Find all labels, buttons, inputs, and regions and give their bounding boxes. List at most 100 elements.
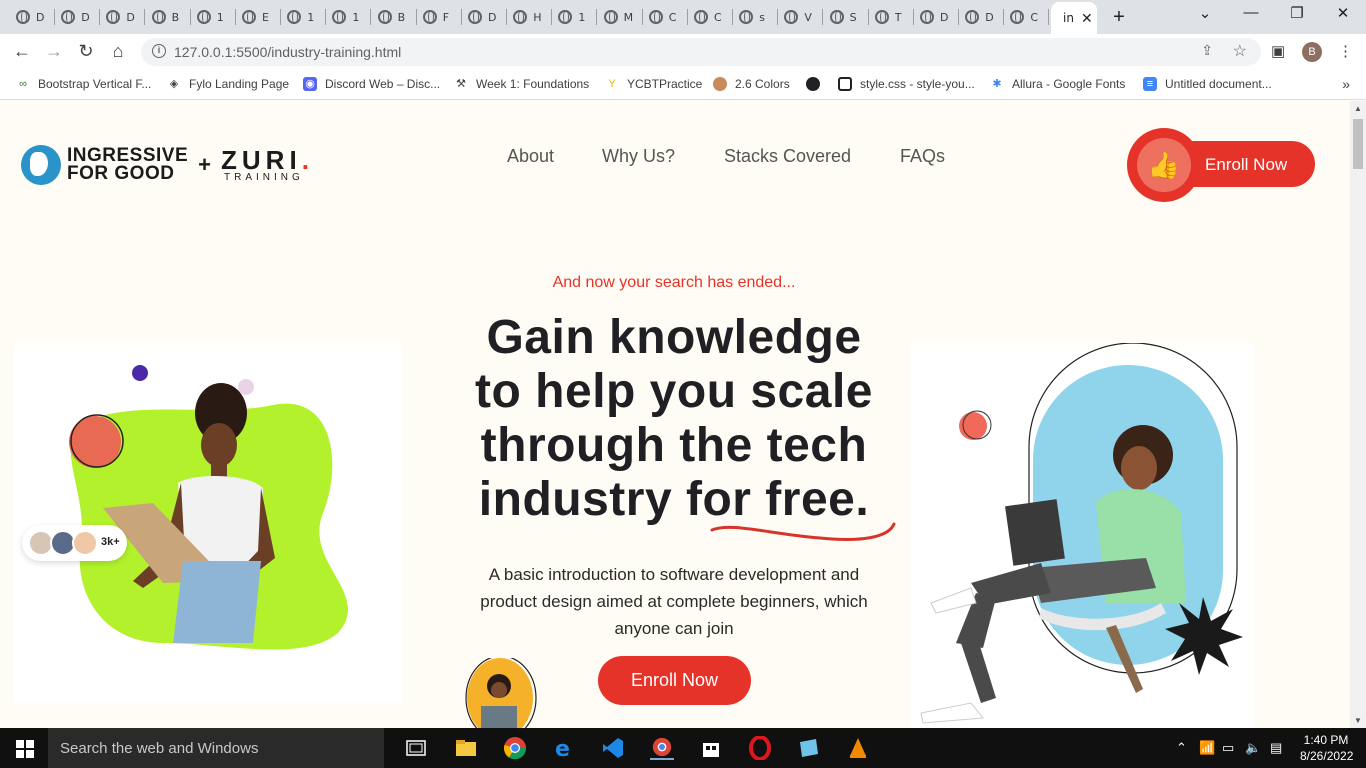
tab-title: D xyxy=(940,10,949,24)
bookmark-ycbt[interactable]: Y YCBTPractice xyxy=(605,77,702,91)
network-icon[interactable]: 📶 xyxy=(1199,740,1215,756)
battery-icon[interactable]: ▭ xyxy=(1222,740,1234,756)
active-tab-title: in xyxy=(1063,11,1074,25)
browser-tab[interactable]: M xyxy=(598,4,643,30)
volume-icon[interactable]: 🔈 xyxy=(1245,740,1261,756)
browser-tab[interactable]: C xyxy=(688,4,733,30)
notifications-icon[interactable]: ▤ xyxy=(1270,740,1282,756)
headline-line: through the tech xyxy=(480,419,868,472)
bookmark-globe[interactable] xyxy=(806,77,828,91)
tab-title: B xyxy=(171,10,180,24)
y-icon: Y xyxy=(608,78,616,90)
hero-enroll-button[interactable]: Enroll Now xyxy=(598,656,751,705)
browser-tab[interactable]: s xyxy=(733,4,779,30)
menu-kebab-icon[interactable]: ⋮ xyxy=(1338,42,1353,60)
chrome-profile-icon[interactable] xyxy=(650,736,674,760)
chrome-icon[interactable] xyxy=(503,736,527,760)
nav-why-us[interactable]: Why Us? xyxy=(602,146,675,167)
new-tab-button[interactable]: + xyxy=(1108,6,1130,29)
browser-tab[interactable]: C xyxy=(1004,4,1050,30)
browser-tab[interactable]: C xyxy=(643,4,688,30)
app-icon[interactable] xyxy=(797,736,821,760)
avatar xyxy=(72,530,98,556)
task-view-icon[interactable] xyxy=(404,736,428,760)
browser-tab[interactable]: D xyxy=(462,4,507,30)
learners-avatar-group: 3k+ xyxy=(22,525,127,561)
bookmark-star-icon[interactable]: ☆ xyxy=(1233,41,1247,61)
forward-icon[interactable]: → xyxy=(43,41,65,62)
discord-icon: ◉ xyxy=(303,77,317,91)
close-window-button[interactable]: ✕ xyxy=(1323,4,1363,22)
edge-icon[interactable]: e xyxy=(552,736,576,760)
browser-tab[interactable]: D xyxy=(10,4,55,30)
site-info-icon[interactable]: i xyxy=(152,44,166,58)
address-bar[interactable]: i 127.0.0.1:5500/industry-training.html … xyxy=(141,38,1261,66)
vlc-icon[interactable] xyxy=(846,736,870,760)
browser-tab[interactable]: D xyxy=(100,4,146,30)
windows-start-icon[interactable] xyxy=(16,740,34,758)
page-scrollbar[interactable]: ▲ ▼ xyxy=(1350,101,1366,728)
bookmark-bootstrap[interactable]: ∞ Bootstrap Vertical F... xyxy=(16,77,151,91)
file-explorer-icon[interactable] xyxy=(454,736,478,760)
opera-icon[interactable] xyxy=(748,736,772,760)
browser-tab[interactable]: 1 xyxy=(326,4,372,30)
tab-title: F xyxy=(442,10,450,24)
globe-icon xyxy=(874,10,889,24)
scroll-down-icon[interactable]: ▼ xyxy=(1354,716,1362,725)
globe-icon xyxy=(151,10,166,24)
more-bookmarks-icon[interactable]: » xyxy=(1342,76,1350,92)
small-person-image xyxy=(463,655,537,728)
nav-faqs[interactable]: FAQs xyxy=(900,146,945,167)
bookmark-label: 2.6 Colors xyxy=(735,77,790,91)
close-tab-icon[interactable]: ✕ xyxy=(1081,10,1093,27)
reload-icon[interactable]: ↻ xyxy=(75,41,97,62)
header-enroll-button[interactable]: 👍 Enroll Now xyxy=(1127,128,1315,202)
url-text[interactable]: 127.0.0.1:5500/industry-training.html xyxy=(174,44,401,60)
bookmark-week1[interactable]: ⚒ Week 1: Foundations xyxy=(454,77,589,91)
browser-tab[interactable]: V xyxy=(778,4,824,30)
browser-tab[interactable]: F xyxy=(417,4,462,30)
back-icon[interactable]: ← xyxy=(11,41,33,62)
bookmark-colors[interactable]: 2.6 Colors xyxy=(713,77,790,91)
bookmark-allura[interactable]: ✱ Allura - Google Fonts xyxy=(990,77,1125,91)
nav-stacks-covered[interactable]: Stacks Covered xyxy=(724,146,851,167)
browser-tab[interactable]: 1 xyxy=(552,4,598,30)
restore-button[interactable]: ❐ xyxy=(1277,4,1317,22)
docs-icon: ≡ xyxy=(1143,77,1157,91)
browser-tab[interactable]: H xyxy=(507,4,553,30)
browser-tab[interactable]: D xyxy=(55,4,101,30)
browser-tab[interactable]: T xyxy=(869,4,914,30)
bookmark-fylo[interactable]: ◈ Fylo Landing Page xyxy=(167,77,289,91)
bookmark-untitled-doc[interactable]: ≡ Untitled document... xyxy=(1143,77,1272,91)
globe-icon xyxy=(806,77,820,91)
profile-avatar[interactable]: B xyxy=(1302,42,1322,62)
bookmark-style-css[interactable]: style.css - style-you... xyxy=(838,77,975,91)
site-logo[interactable]: INGRESSIVE FOR GOOD + ZURI. TRAINING xyxy=(21,145,314,185)
tab-title: D xyxy=(81,10,90,24)
browser-tab[interactable]: S xyxy=(824,4,869,30)
browser-tab[interactable]: E xyxy=(236,4,281,30)
nav-about[interactable]: About xyxy=(507,146,554,167)
side-panel-icon[interactable]: ▣ xyxy=(1271,42,1285,60)
browser-tab[interactable]: B xyxy=(146,4,191,30)
home-icon[interactable]: ⌂ xyxy=(107,41,129,62)
share-icon[interactable]: ⇪ xyxy=(1201,42,1213,59)
active-tab[interactable]: in ✕ xyxy=(1051,2,1097,34)
tray-chevron-icon[interactable]: ⌃ xyxy=(1176,740,1187,756)
scroll-up-icon[interactable]: ▲ xyxy=(1354,104,1362,113)
scrollbar-thumb[interactable] xyxy=(1353,119,1363,169)
tab-search-icon[interactable]: ⌄ xyxy=(1185,4,1225,22)
browser-tab[interactable]: 1 xyxy=(281,4,327,30)
vscode-icon[interactable] xyxy=(601,736,625,760)
browser-tab[interactable]: B xyxy=(372,4,417,30)
taskbar-search[interactable]: Search the web and Windows xyxy=(48,728,384,768)
browser-tab[interactable]: D xyxy=(959,4,1005,30)
minimize-button[interactable]: — xyxy=(1231,4,1271,21)
store-icon[interactable] xyxy=(699,736,723,760)
taskbar-search-placeholder[interactable]: Search the web and Windows xyxy=(60,740,258,757)
browser-tab[interactable]: 1 xyxy=(191,4,236,30)
browser-tab[interactable]: D xyxy=(914,4,959,30)
bookmark-discord[interactable]: ◉ Discord Web – Disc... xyxy=(303,77,440,91)
taskbar-clock[interactable]: 1:40 PM 8/26/2022 xyxy=(1300,732,1353,764)
globe-icon xyxy=(784,10,799,24)
